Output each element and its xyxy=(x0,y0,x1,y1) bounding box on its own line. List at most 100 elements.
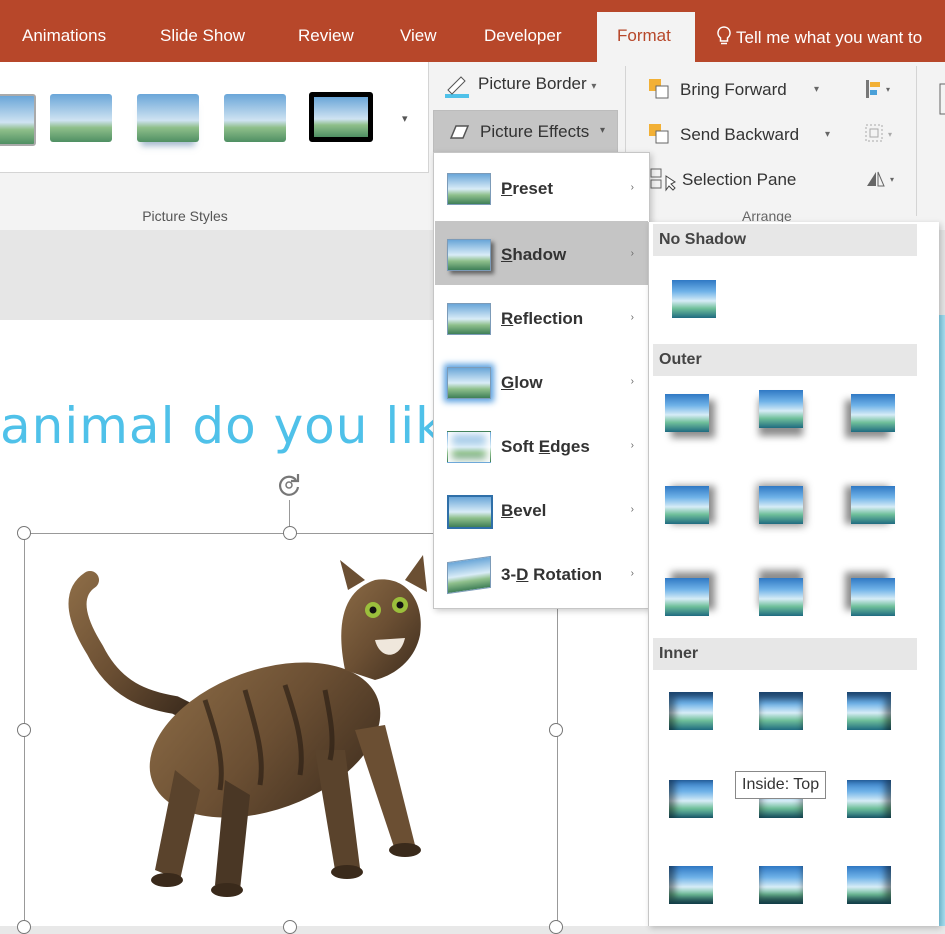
menu-item-label: Glow xyxy=(501,373,543,392)
ribbon-separator xyxy=(916,66,917,216)
picture-effects-menu: Preset › Shadow › Reflection › Glow › So… xyxy=(433,152,650,609)
rotate-handle-icon[interactable] xyxy=(274,470,304,500)
ribbon-tab-bar: Animations Slide Show Review View Develo… xyxy=(0,0,945,62)
picture-border-label: Picture Border xyxy=(478,74,587,93)
menu-item-label: 3-D Rotation xyxy=(501,565,603,584)
lightbulb-icon xyxy=(717,26,731,45)
shadow-option-outer[interactable] xyxy=(665,486,709,524)
shadow-option-none[interactable] xyxy=(672,280,716,318)
shadow-option-inner[interactable] xyxy=(847,780,891,818)
bring-forward-icon xyxy=(649,79,669,99)
resize-handle[interactable] xyxy=(549,723,563,737)
tab-animations[interactable]: Animations xyxy=(22,26,106,46)
section-heading-inner: Inner xyxy=(653,638,917,670)
tab-review[interactable]: Review xyxy=(298,26,354,46)
picture-styles-group-label: Picture Styles xyxy=(142,208,228,224)
svg-text:▾: ▾ xyxy=(890,175,894,184)
submenu-arrow-icon: › xyxy=(630,440,634,451)
selection-pane-icon xyxy=(650,168,676,192)
picture-border-button[interactable]: Picture Border ▾ xyxy=(478,74,596,94)
shadow-option-outer[interactable] xyxy=(851,394,895,432)
rotate-handle-line xyxy=(289,500,290,528)
submenu-arrow-icon: › xyxy=(630,504,634,515)
slide-title[interactable]: animal do you like xyxy=(0,397,475,455)
picture-effects-icon xyxy=(449,125,470,139)
bring-forward-label: Bring Forward xyxy=(680,80,787,99)
picture-effects-button[interactable]: Picture Effects ▾ xyxy=(433,110,618,154)
send-backward-button[interactable]: Send Backward xyxy=(680,125,799,145)
resize-handle[interactable] xyxy=(283,526,297,540)
shadow-option-outer[interactable] xyxy=(759,578,803,616)
3d-rotation-icon xyxy=(447,555,491,595)
shadow-option-outer[interactable] xyxy=(665,578,709,616)
shadow-option-inner[interactable] xyxy=(759,866,803,904)
tab-developer[interactable]: Developer xyxy=(484,26,562,46)
tell-me-search[interactable]: Tell me what you want to xyxy=(716,26,922,48)
crop-icon-partial[interactable] xyxy=(936,82,945,122)
rotate-icon[interactable]: ▾ xyxy=(864,168,898,190)
selection-pane-button[interactable]: Selection Pane xyxy=(682,170,796,190)
tooltip: Inside: Top xyxy=(735,771,827,799)
menu-item-3d-rotation[interactable]: 3-D Rotation › xyxy=(435,541,648,605)
shadow-option-inner[interactable] xyxy=(759,692,803,730)
bevel-icon xyxy=(447,495,493,529)
tab-slide-show[interactable]: Slide Show xyxy=(160,26,245,46)
picture-style-thumb[interactable] xyxy=(50,94,112,142)
chevron-down-icon[interactable]: ▾ xyxy=(814,84,819,95)
tab-format[interactable]: Format xyxy=(597,12,695,62)
shadow-option-outer[interactable] xyxy=(851,486,895,524)
menu-item-bevel[interactable]: Bevel › xyxy=(435,477,648,541)
picture-style-thumb[interactable] xyxy=(137,94,199,142)
shadow-submenu: No Shadow Outer Inner xyxy=(648,222,939,926)
soft-edges-icon xyxy=(447,431,491,463)
tab-view[interactable]: View xyxy=(400,26,437,46)
menu-item-glow[interactable]: Glow › xyxy=(435,349,648,413)
menu-item-reflection[interactable]: Reflection › xyxy=(435,285,648,349)
submenu-arrow-icon: › xyxy=(630,376,634,387)
menu-item-preset[interactable]: Preset › xyxy=(435,155,648,219)
submenu-arrow-icon: › xyxy=(630,312,634,323)
tell-me-text: Tell me what you want to xyxy=(736,28,923,47)
shadow-option-outer[interactable] xyxy=(851,578,895,616)
submenu-arrow-icon: › xyxy=(630,568,634,579)
shadow-option-inner[interactable] xyxy=(669,866,713,904)
menu-item-soft-edges[interactable]: Soft Edges › xyxy=(435,413,648,477)
resize-handle[interactable] xyxy=(283,920,297,934)
picture-styles-gallery[interactable] xyxy=(0,62,389,173)
shadow-option-outer[interactable] xyxy=(665,394,709,432)
menu-item-label: Reflection xyxy=(501,309,584,328)
menu-item-label: Bevel xyxy=(501,501,547,520)
resize-handle[interactable] xyxy=(17,526,31,540)
picture-style-thumb[interactable] xyxy=(0,94,36,146)
glow-icon xyxy=(447,367,491,399)
svg-text:▾: ▾ xyxy=(888,130,892,139)
resize-handle[interactable] xyxy=(17,723,31,737)
align-icon[interactable]: ▾ xyxy=(864,78,894,100)
group-icon[interactable]: ▾ xyxy=(864,123,898,145)
picture-style-thumb[interactable] xyxy=(309,92,373,142)
shadow-option-inner[interactable] xyxy=(847,866,891,904)
svg-text:▾: ▾ xyxy=(886,85,890,94)
chevron-down-icon: ▾ xyxy=(402,113,408,125)
cat-picture[interactable] xyxy=(55,550,445,910)
menu-item-label: Preset xyxy=(501,179,553,198)
resize-handle[interactable] xyxy=(549,920,563,934)
gallery-more-button[interactable]: ▾ xyxy=(388,62,429,173)
submenu-arrow-icon: › xyxy=(630,248,634,259)
shadow-option-inner[interactable] xyxy=(669,780,713,818)
bring-forward-button[interactable]: Bring Forward xyxy=(680,80,787,100)
resize-handle[interactable] xyxy=(17,920,31,934)
slide-decoration xyxy=(938,315,945,926)
selection-pane-label: Selection Pane xyxy=(682,170,797,189)
menu-item-shadow[interactable]: Shadow › xyxy=(435,221,648,285)
reflection-icon xyxy=(447,303,491,335)
chevron-down-icon[interactable]: ▾ xyxy=(825,129,830,140)
shadow-option-inner[interactable] xyxy=(847,692,891,730)
shadow-option-outer[interactable] xyxy=(759,390,803,428)
tab-format-label: Format xyxy=(617,26,671,45)
chevron-down-icon: ▾ xyxy=(600,125,606,136)
shadow-option-outer[interactable] xyxy=(759,486,803,524)
shadow-option-inner[interactable] xyxy=(669,692,713,730)
picture-style-thumb[interactable] xyxy=(224,94,286,142)
preset-icon xyxy=(447,173,491,205)
